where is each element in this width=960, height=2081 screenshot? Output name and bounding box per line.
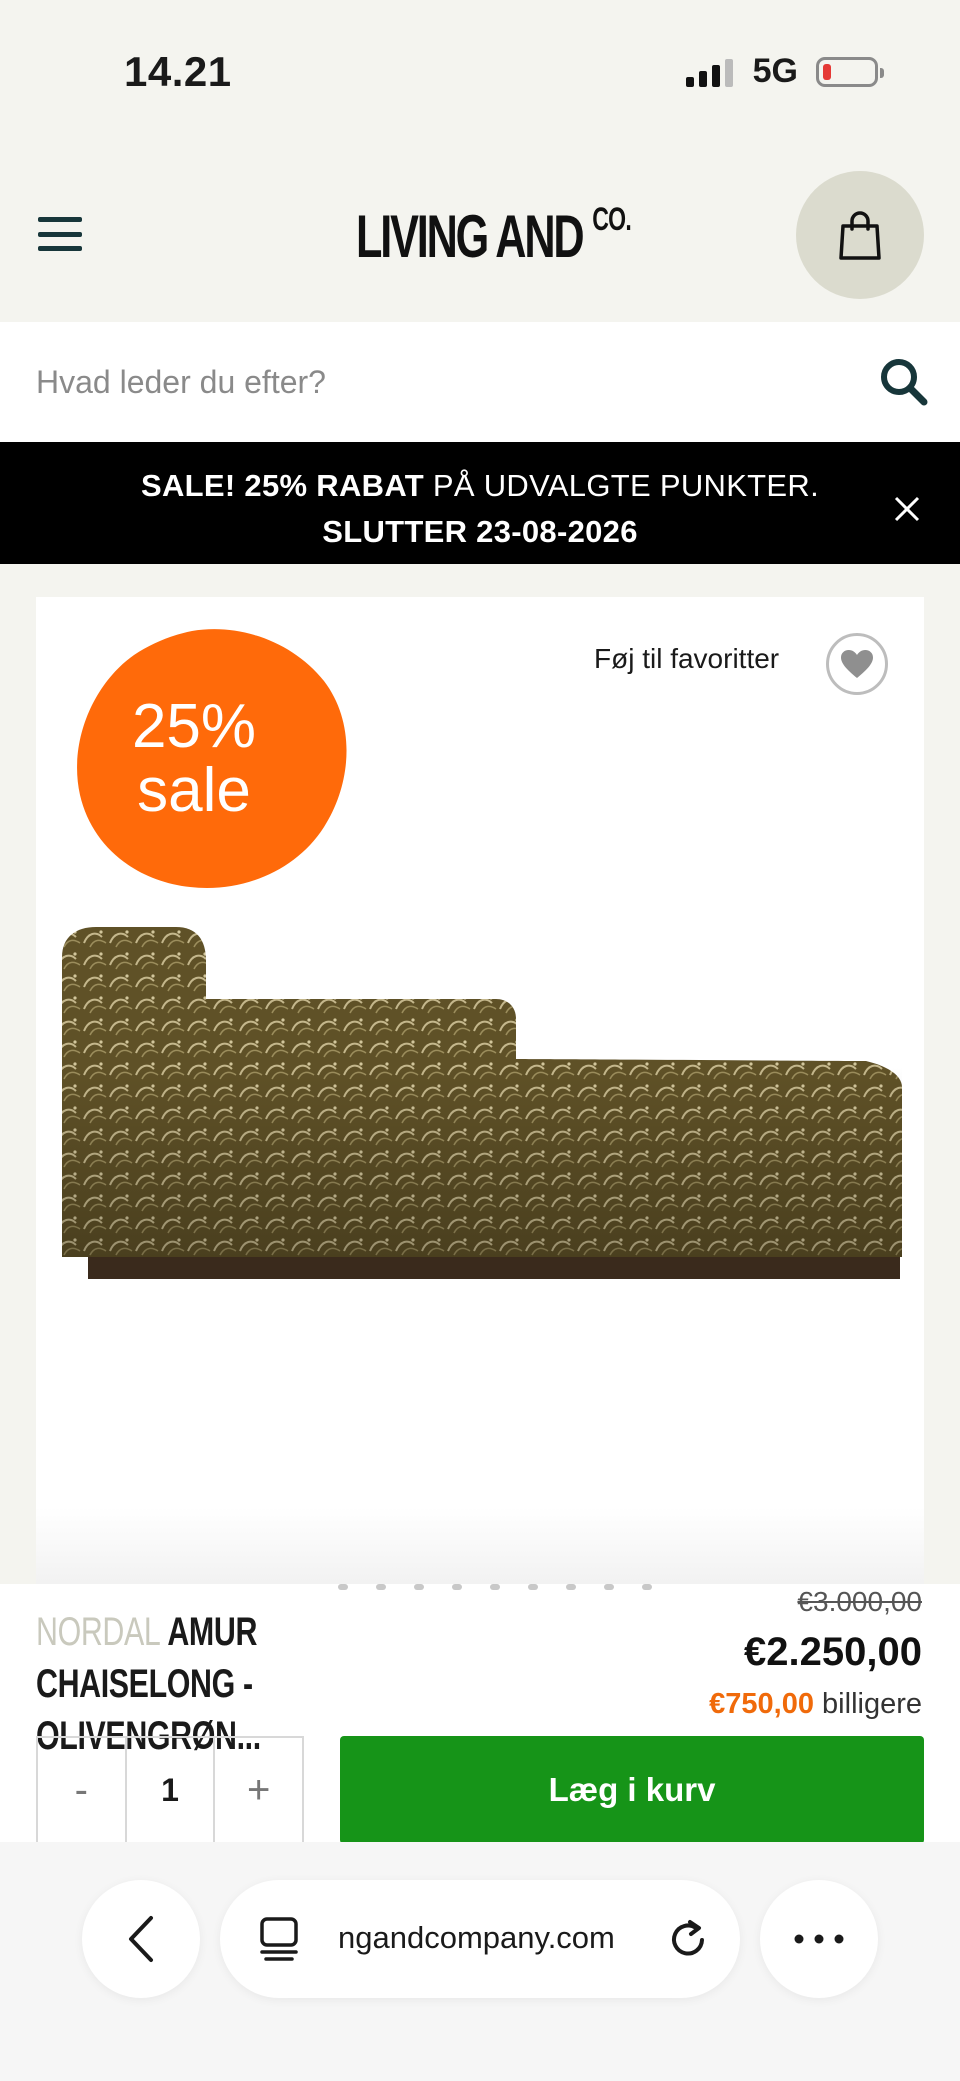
old-price: €3.000,00	[797, 1586, 922, 1617]
url-text: ngandcompany.com	[338, 1920, 615, 1955]
search-icon[interactable]	[878, 356, 930, 408]
search-input[interactable]	[36, 352, 836, 412]
browser-toolbar: ngandcompany.com	[0, 1842, 960, 2081]
savings-amount: €750,00	[709, 1688, 814, 1720]
purchase-panel: NORDAL AMUR CHAISELONG - OLIVENGRØN... €…	[0, 1584, 960, 1844]
savings-label: billigere	[814, 1688, 922, 1720]
add-to-cart-button[interactable]: Læg i kurv	[340, 1736, 924, 1844]
quantity-increase-button[interactable]: +	[215, 1738, 302, 1842]
promo-banner: SALE! 25% RABAT PÅ UDVALGTE PUNKTER. SLU…	[0, 442, 960, 564]
quantity-stepper: - 1 +	[36, 1736, 304, 1844]
signal-icon	[685, 57, 733, 87]
product-brand[interactable]: NORDAL	[36, 1610, 161, 1654]
status-bar: 14.21 5G	[0, 0, 960, 150]
logo-main: LIVING AND	[356, 203, 585, 270]
logo-sup: CO.	[592, 201, 632, 237]
network-type: 5G	[752, 52, 798, 90]
current-price: €2.250,00	[744, 1630, 922, 1674]
more-icon	[794, 1934, 844, 1944]
shopping-bag-icon	[839, 211, 881, 260]
status-time: 14.21	[124, 48, 232, 95]
site-logo[interactable]: LIVING AND CO.	[356, 201, 632, 271]
savings-text: €750,00 billigere	[709, 1688, 922, 1721]
battery-icon	[816, 56, 884, 87]
quantity-value[interactable]: 1	[124, 1738, 216, 1842]
close-icon[interactable]	[892, 494, 922, 524]
sale-badge-text: 25% sale	[131, 692, 257, 825]
favorite-label[interactable]: Føj til favoritter	[594, 643, 779, 675]
product-image-card: 25% sale Føj til favoritter	[36, 597, 924, 1597]
site-header: LIVING AND CO.	[0, 150, 960, 322]
hamburger-menu-icon[interactable]	[38, 217, 82, 251]
image-carousel-dots[interactable]	[338, 1584, 652, 1590]
more-button[interactable]	[760, 1880, 878, 1998]
status-indicators: 5G	[685, 52, 884, 91]
search-bar	[0, 322, 960, 442]
tabs-icon	[260, 1917, 298, 1961]
product-image[interactable]	[56, 927, 922, 1307]
quantity-decrease-button[interactable]: -	[38, 1738, 125, 1842]
favorite-button[interactable]	[826, 633, 888, 695]
heart-icon	[841, 650, 873, 678]
promo-text-line1: SALE! 25% RABAT PÅ UDVALGTE PUNKTER.	[141, 468, 819, 503]
promo-text-line2: SLUTTER 23-08-2026	[322, 514, 638, 549]
cart-button[interactable]	[796, 171, 924, 299]
chevron-left-icon	[129, 1916, 153, 1962]
back-button[interactable]	[82, 1880, 200, 1998]
reload-icon[interactable]	[668, 1918, 710, 1962]
address-bar[interactable]: ngandcompany.com	[220, 1880, 740, 1998]
